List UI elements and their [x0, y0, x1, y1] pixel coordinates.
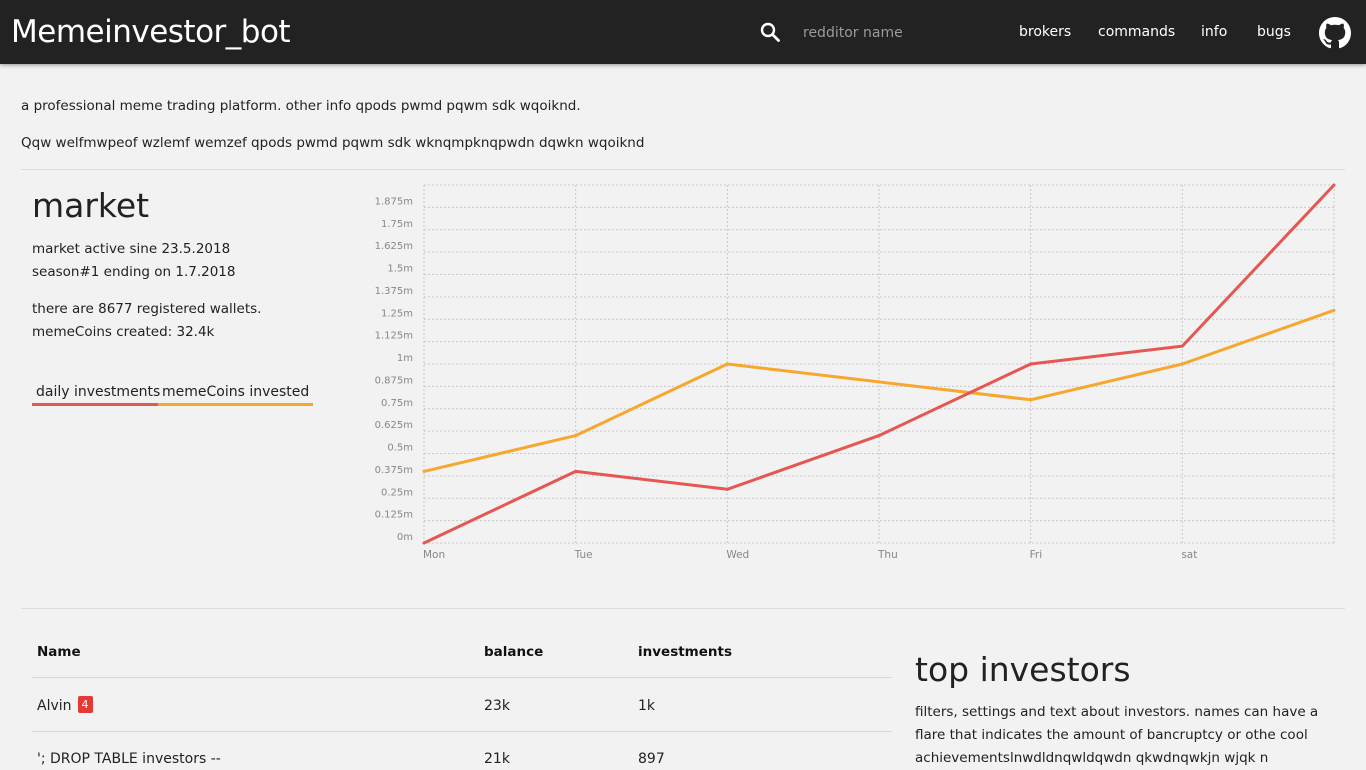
data-point [725, 362, 729, 366]
github-icon[interactable] [1319, 17, 1351, 49]
data-point [1029, 362, 1033, 366]
table-cell-balance: 23k [484, 698, 510, 714]
data-point [574, 469, 578, 473]
data-point [1029, 398, 1033, 402]
y-tick-label: 1.25m [381, 308, 413, 319]
table-cell-balance: 21k [484, 751, 510, 767]
y-tick-label: 1m [397, 353, 413, 364]
column-header-name[interactable]: Name [37, 644, 81, 660]
investor-name[interactable]: '; DROP TABLE investors -- [37, 751, 221, 767]
y-tick-label: 1.375m [375, 286, 413, 297]
nav-bugs[interactable]: bugs [1257, 24, 1291, 40]
intro-line-2: Qqw welfmwpeof wzlemf wemzef qpods pwmd … [21, 135, 645, 151]
table-row-name[interactable]: Alvin 4 [37, 696, 93, 714]
y-tick-label: 1.125m [375, 331, 413, 342]
divider [21, 169, 1345, 170]
market-line-chart: 0m 0.125m 0.25m 0.375m 0.5m 0.625m 0.75m 0.875m… [375, 183, 1336, 561]
y-tick-label: 1.5m [387, 264, 413, 275]
data-point [1332, 183, 1336, 187]
brand-title[interactable]: Memeinvestor_bot [11, 14, 291, 50]
legend-memecoins-invested[interactable]: memeCoins invested [158, 384, 314, 406]
y-tick-label: 1.875m [375, 196, 413, 207]
data-point [725, 487, 729, 491]
data-point [877, 434, 881, 438]
investor-name[interactable]: Alvin [37, 698, 72, 714]
y-tick-label: 1.625m [375, 241, 413, 252]
top-investors-title: top investors [915, 650, 1131, 689]
market-active-since: market active sine 23.5.2018 [32, 241, 231, 257]
y-tick-label: 0.875m [375, 375, 413, 386]
x-tick-label: Thu [877, 549, 898, 561]
y-tick-label: 1.75m [381, 219, 413, 230]
y-tick-label: 0.5m [387, 443, 413, 454]
data-point [877, 380, 881, 384]
row-divider [32, 677, 892, 678]
data-point [1332, 308, 1336, 312]
x-tick-label: Fri [1030, 549, 1043, 561]
divider [21, 608, 1345, 609]
nav-brokers[interactable]: brokers [1019, 24, 1071, 40]
data-point [422, 541, 426, 545]
investor-badge: 4 [77, 696, 93, 713]
x-tick-label: sat [1181, 549, 1197, 561]
market-title: market [32, 186, 150, 225]
y-tick-label: 0.75m [381, 398, 413, 409]
y-tick-label: 0.625m [375, 420, 413, 431]
data-point [1180, 344, 1184, 348]
y-tick-label: 0m [397, 532, 413, 543]
market-wallets: there are 8677 registered wallets. memeC… [32, 301, 262, 340]
y-tick-label: 0.25m [381, 487, 413, 498]
row-divider [32, 731, 892, 732]
column-header-balance[interactable]: balance [484, 644, 543, 660]
data-point [422, 469, 426, 473]
legend-daily-investments[interactable]: daily investments [32, 384, 165, 406]
nav-info[interactable]: info [1201, 24, 1227, 40]
market-season: season#1 ending on 1.7.2018 [32, 264, 236, 280]
redditor-search-input[interactable] [792, 20, 993, 46]
search-icon[interactable] [760, 22, 780, 42]
intro-line-1: a professional meme trading platform. ot… [21, 98, 581, 114]
data-point [1180, 362, 1184, 366]
x-tick-label: Wed [726, 549, 749, 561]
y-tick-label: 0.125m [375, 510, 413, 521]
top-investors-text: filters, settings and text about investo… [915, 704, 1319, 766]
table-cell-investments: 1k [638, 698, 656, 714]
column-header-investments[interactable]: investments [638, 644, 732, 660]
table-cell-investments: 897 [638, 751, 665, 767]
y-tick-label: 0.375m [375, 465, 413, 476]
data-point [574, 434, 578, 438]
nav-commands[interactable]: commands [1098, 24, 1175, 40]
x-tick-label: Tue [574, 549, 593, 561]
x-tick-label: Mon [423, 549, 445, 561]
top-navbar: Memeinvestor_bot brokers commands info b… [0, 0, 1366, 64]
